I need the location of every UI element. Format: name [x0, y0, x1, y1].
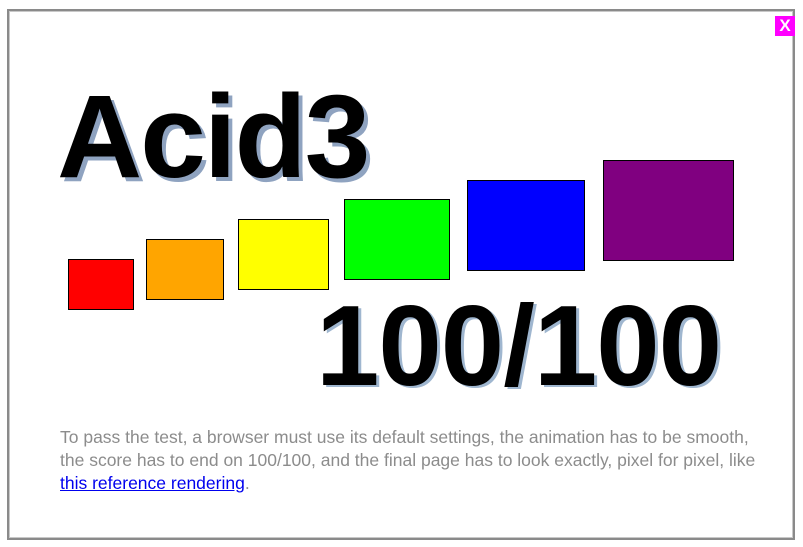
score-display: 100/100 [316, 283, 722, 410]
page-title: Acid3 [57, 71, 370, 203]
bucket-6 [603, 160, 734, 261]
instructions-after: . [244, 473, 250, 493]
bucket-5 [467, 180, 585, 271]
bucket-2 [146, 239, 224, 300]
bucket-1 [68, 259, 134, 310]
close-button[interactable]: X [775, 16, 795, 36]
instructions-text: To pass the test, a browser must use its… [60, 426, 760, 495]
instructions-before: To pass the test, a browser must use its… [60, 427, 756, 470]
bucket-3 [238, 219, 329, 290]
reference-rendering-link[interactable]: this reference rendering [60, 473, 245, 493]
bucket-4 [344, 199, 450, 280]
